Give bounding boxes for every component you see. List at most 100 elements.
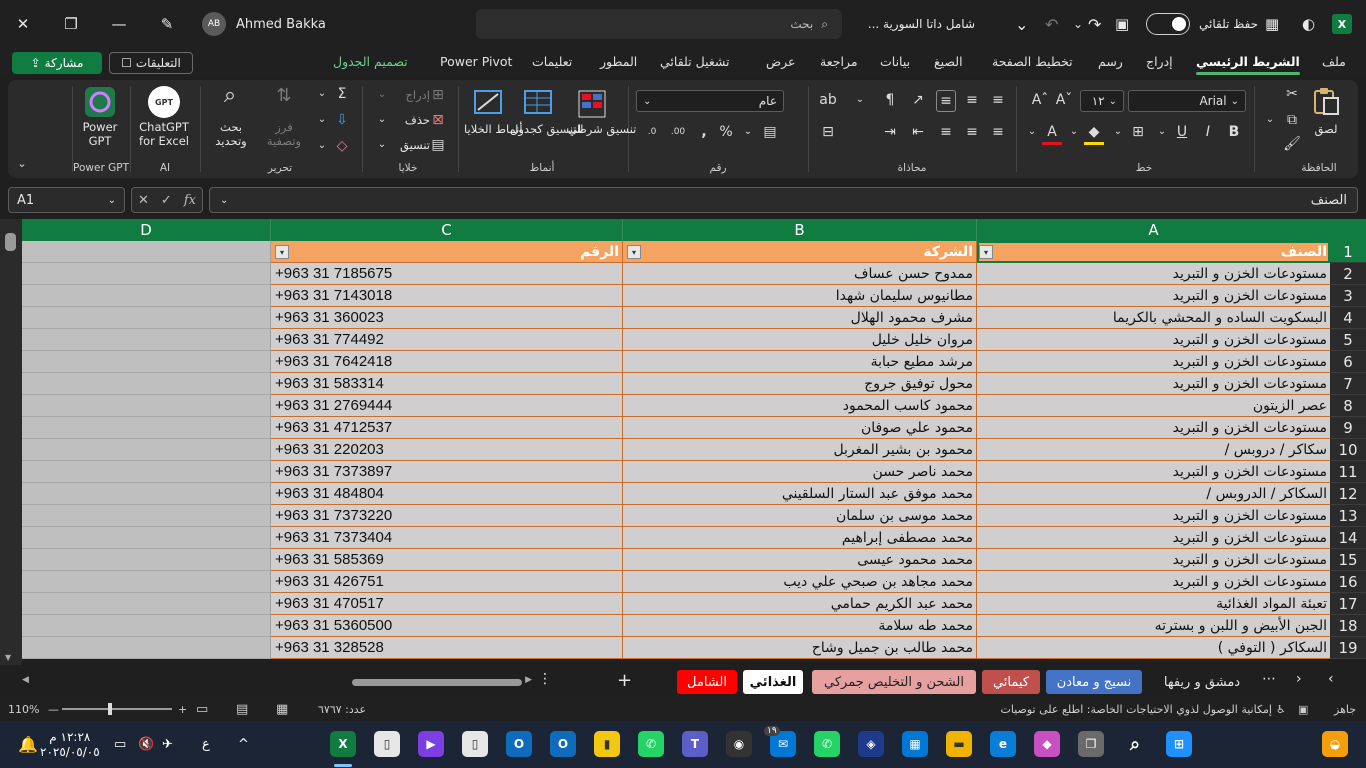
whatsapp-desktop-icon[interactable]: ✆ (814, 731, 840, 757)
cell-d[interactable] (22, 483, 271, 505)
cell-company[interactable]: محمد طالب بن جميل وشاح (623, 637, 977, 659)
cell-d[interactable] (22, 439, 271, 461)
insert-function-icon[interactable]: fx (184, 193, 196, 208)
redo-icon[interactable]: ↷ (1088, 0, 1101, 48)
format-dropdown-icon[interactable]: ⌄ (372, 135, 392, 155)
collapse-ribbon-icon[interactable]: ⌄ (12, 154, 32, 174)
show-hidden-icons[interactable]: ^ (238, 721, 249, 768)
row-number[interactable]: 18 (1330, 615, 1366, 637)
fill-icon[interactable]: ⇩ (332, 110, 352, 130)
excel-taskbar-icon[interactable]: X (330, 731, 356, 757)
cell-company[interactable]: مشرف محمود الهلال (623, 307, 977, 329)
tab-page-layout[interactable]: تخطيط الصفحة (992, 54, 1073, 69)
cell-category[interactable]: مستودعات الخزن و التبريد (977, 549, 1330, 571)
cell-company[interactable]: محمد مصطفى إبراهيم (623, 527, 977, 549)
teams-icon[interactable]: T (682, 731, 708, 757)
minimize-icon[interactable]: — (102, 0, 136, 48)
cell-company[interactable]: محمد محمود عيسى (623, 549, 977, 571)
cell-phone[interactable]: +963 31 328528 (271, 637, 623, 659)
header-phone[interactable]: الرقم (271, 241, 623, 263)
cell-company[interactable]: ممدوح حسن عساف (623, 263, 977, 285)
undo-icon[interactable]: ↶ (1045, 0, 1058, 48)
borders-dropdown-icon[interactable]: ⌄ (1108, 122, 1128, 142)
cell-category[interactable]: سكاكر / دروبس / (977, 439, 1330, 461)
scroll-right-icon[interactable]: ▶ (525, 675, 532, 685)
italic-icon[interactable]: I (1198, 122, 1218, 142)
clock[interactable]: ١٢:٢٨ م ٢٠٢٥/٠٥/٠٥ (40, 721, 100, 768)
video-icon[interactable]: ▶ (418, 731, 444, 757)
row-number[interactable]: 5 (1330, 329, 1366, 351)
widgets-icon[interactable]: ◒ (1322, 731, 1348, 757)
cut-icon[interactable]: ✂ (1282, 84, 1302, 104)
cell-phone[interactable]: +963 31 2769444 (271, 395, 623, 417)
row-number[interactable]: 1 (1330, 241, 1366, 263)
cell-phone[interactable]: +963 31 583314 (271, 373, 623, 395)
power-gpt-label[interactable]: Power GPT (76, 120, 124, 148)
header-category[interactable]: الصنف (977, 241, 1330, 263)
chatgpt-icon[interactable]: GPT (148, 86, 180, 118)
insert-cells-icon[interactable]: ⊞ (428, 85, 448, 105)
filter-company-icon[interactable]: ▾ (627, 245, 641, 259)
cell-phone[interactable]: +963 31 774492 (271, 329, 623, 351)
macro-icon[interactable]: ▣ (1298, 697, 1308, 721)
cell-d[interactable] (22, 351, 271, 373)
cell-phone[interactable]: +963 31 7373897 (271, 461, 623, 483)
copilot-taskbar-icon[interactable]: ◆ (1034, 731, 1060, 757)
cell-phone[interactable]: +963 31 7143018 (271, 285, 623, 307)
magic-wand-icon[interactable]: ✎ (150, 0, 184, 48)
clear-icon[interactable]: ◇ (332, 136, 352, 156)
copy-dropdown-icon[interactable]: ⌄ (1260, 110, 1280, 130)
insert-dropdown-icon[interactable]: ⌄ (372, 85, 392, 105)
zoom-in-icon[interactable]: + (178, 697, 187, 721)
cell-company[interactable]: محمد مجاهد بن صبحي علي ديب (623, 571, 977, 593)
avatar[interactable]: AB (202, 0, 226, 48)
tab-data[interactable]: بيانات (880, 54, 910, 69)
expand-formula-icon[interactable]: ⌄ (220, 195, 228, 206)
enter-icon[interactable]: ✓ (161, 193, 172, 208)
row-number[interactable]: 11 (1330, 461, 1366, 483)
cell-phone[interactable]: +963 31 4712537 (271, 417, 623, 439)
add-sheet-icon[interactable]: + (617, 670, 632, 691)
battery-icon[interactable]: ▭ (114, 721, 126, 768)
clear-dropdown-icon[interactable]: ⌄ (312, 136, 332, 156)
cell-company[interactable]: محمود علي صوفان (623, 417, 977, 439)
cell-company[interactable]: مطانيوس سليمان شهدا (623, 285, 977, 307)
cell-category[interactable]: مستودعات الخزن و التبريد (977, 571, 1330, 593)
sheet-tab[interactable]: كيمائي (982, 670, 1040, 694)
filter-category-icon[interactable]: ▾ (979, 245, 993, 259)
find-select-icon[interactable]: ⌕ (220, 85, 240, 107)
sheet-tab[interactable]: الغذائي (743, 670, 803, 694)
tab-table-design[interactable]: تصميم الجدول (333, 54, 408, 69)
whatsapp-icon[interactable]: ✆ (638, 731, 664, 757)
row-number[interactable]: 13 (1330, 505, 1366, 527)
cell-d[interactable] (22, 285, 271, 307)
delete-cells-icon[interactable]: ⊠ (428, 110, 448, 130)
bold-icon[interactable]: B (1224, 122, 1244, 142)
file-name[interactable]: شامل داتا السورية ... (860, 0, 975, 48)
orientation-icon[interactable]: ↗ (908, 90, 928, 110)
tab-automate[interactable]: تشغيل تلقائي (660, 54, 730, 69)
cell-d[interactable] (22, 241, 271, 263)
tab-view[interactable]: عرض (766, 54, 795, 69)
tab-insert[interactable]: إدراج (1146, 54, 1173, 69)
decrease-decimal-icon[interactable]: .0 (642, 122, 662, 142)
paste-icon[interactable] (1310, 86, 1342, 118)
page-break-view-icon[interactable]: ▭ (196, 697, 208, 721)
vpn-icon[interactable]: ◈ (858, 731, 884, 757)
cell-phone[interactable]: +963 31 7185675 (271, 263, 623, 285)
format-as-table-icon[interactable] (522, 88, 554, 120)
merge-center-icon[interactable]: ⊟ (818, 122, 838, 142)
cell-category[interactable]: مستودعات الخزن و التبريد (977, 285, 1330, 307)
tab-power-pivot[interactable]: Power Pivot (440, 54, 512, 69)
cell-category[interactable]: الجبن الأبيض و اللبن و بسترته (977, 615, 1330, 637)
comma-style-icon[interactable]: , (694, 122, 714, 142)
sheet-tab[interactable]: نسيج و معادن (1046, 670, 1142, 694)
cell-d[interactable] (22, 593, 271, 615)
cell-category[interactable]: مستودعات الخزن و التبريد (977, 373, 1330, 395)
tab-home[interactable]: الشريط الرئيسي (1196, 54, 1300, 75)
cell-category[interactable]: عصر الزيتون (977, 395, 1330, 417)
autosum-dropdown-icon[interactable]: ⌄ (312, 84, 332, 104)
prev-sheet-icon[interactable]: ‹ (1328, 671, 1334, 687)
copilot-icon[interactable]: ◐ (1302, 0, 1315, 48)
tab-review[interactable]: مراجعة (820, 54, 858, 69)
